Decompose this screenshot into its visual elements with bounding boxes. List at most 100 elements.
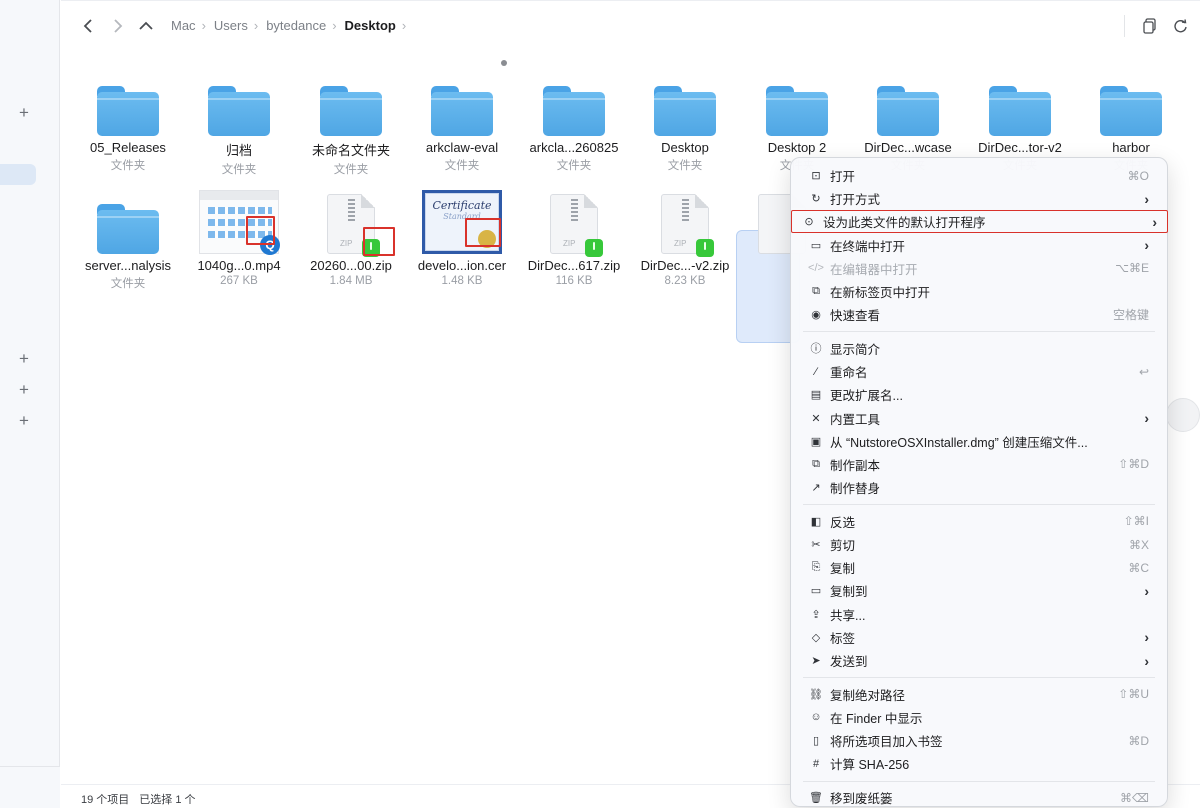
folder-item[interactable]: DirDec...wcase文件夹 bbox=[853, 56, 963, 173]
menu-item[interactable]: ⛓ 复制绝对路径 ⇧⌘U bbox=[799, 683, 1159, 706]
menu-item[interactable]: ▣ 从 “NutstoreOSXInstaller.dmg” 创建压缩文件... bbox=[799, 430, 1159, 453]
menu-item-label: 打开方式 bbox=[830, 193, 881, 208]
folder-item[interactable]: harbor文件夹 bbox=[1076, 56, 1186, 173]
menu-item-label: 复制绝对路径 bbox=[830, 688, 906, 703]
clipboard-icon bbox=[1143, 18, 1156, 34]
refresh-button[interactable] bbox=[1171, 17, 1189, 35]
add-icon[interactable]: + bbox=[14, 103, 34, 123]
file-icon-wrap bbox=[853, 56, 963, 136]
menu-item[interactable]: ↗ 制作替身 bbox=[799, 476, 1159, 499]
breadcrumb-bytedance[interactable]: bytedance bbox=[266, 18, 326, 33]
menu-item[interactable]: ✕ 内置工具 › bbox=[799, 407, 1159, 430]
menu-item[interactable]: ⊡ 打开 ⌘O bbox=[799, 164, 1159, 187]
menu-item[interactable]: ⧉ 制作副本 ⇧⌘D bbox=[799, 453, 1159, 476]
folder-item[interactable]: 归档 文件夹 bbox=[184, 56, 294, 177]
menu-item[interactable]: ⇪ 共享... bbox=[799, 603, 1159, 626]
menu-item[interactable]: ⊙ 设为此类文件的默认打开程序 › bbox=[791, 210, 1168, 234]
menu-item[interactable]: ∕ 重命名 ↩ bbox=[799, 360, 1159, 383]
file-item[interactable]: Q 1040g...0.mp4 267 KB bbox=[184, 174, 294, 287]
folder-item[interactable]: arkcla...260825 文件夹 bbox=[519, 56, 629, 173]
pencil-icon: ∕ bbox=[815, 365, 817, 378]
file-name: develo...ion.cer bbox=[417, 258, 507, 273]
file-item[interactable]: ZIP DirDec...-v2.zip 8.23 KB bbox=[630, 174, 740, 287]
file-name: 未命名文件夹 bbox=[311, 143, 390, 158]
menu-item[interactable]: ▯ 将所选项目加入书签 ⌘D bbox=[799, 729, 1159, 752]
finder-icon: ☺ bbox=[810, 711, 822, 724]
file-subtitle: 267 KB bbox=[220, 275, 258, 287]
folder-icon bbox=[431, 86, 493, 136]
add-icon[interactable]: + bbox=[14, 380, 34, 400]
chevron-right-icon: › bbox=[1144, 652, 1149, 669]
menu-item[interactable]: ↻ 打开方式 › bbox=[799, 187, 1159, 210]
add-icon[interactable]: + bbox=[14, 349, 34, 369]
menu-item[interactable]: ⧉ 在新标签页中打开 bbox=[799, 280, 1159, 303]
folder-item[interactable]: 05_Releases 文件夹 bbox=[73, 56, 183, 173]
file-name: 20260...00.zip bbox=[310, 258, 392, 273]
menu-item[interactable]: ✂ 剪切 ⌘X bbox=[799, 533, 1159, 556]
menu-item[interactable]: ➤ 发送到 › bbox=[799, 649, 1159, 672]
annotation-box bbox=[246, 216, 275, 245]
menu-item[interactable]: ☺ 在 Finder 中显示 bbox=[799, 706, 1159, 729]
zip-label: ZIP bbox=[674, 239, 687, 248]
file-name: DirDec...-v2.zip bbox=[640, 258, 730, 273]
breadcrumb-users[interactable]: Users bbox=[214, 18, 248, 33]
sidebar-selected-item[interactable] bbox=[0, 164, 36, 185]
hash-icon: # bbox=[812, 757, 820, 770]
add-icon[interactable]: + bbox=[14, 411, 34, 431]
breadcrumb-separator-icon: › bbox=[401, 18, 407, 33]
menu-item-label: 重命名 bbox=[830, 366, 868, 381]
scroll-button[interactable] bbox=[1166, 398, 1200, 432]
folder-item[interactable]: server...nalysis 文件夹 bbox=[73, 174, 183, 291]
file-item[interactable]: ZIP DirDec...617.zip 116 KB bbox=[519, 174, 629, 287]
info-icon: ⓘ bbox=[810, 343, 822, 356]
breadcrumb-desktop[interactable]: Desktop bbox=[345, 18, 396, 33]
menu-item[interactable]: 🗑 移到废纸篓 ⌘⌫ bbox=[799, 786, 1159, 808]
menu-separator bbox=[803, 331, 1155, 333]
file-subtitle: 1.84 MB bbox=[329, 275, 373, 287]
file-item[interactable]: ZIP 20260...00.zip 1.84 MB bbox=[296, 174, 406, 287]
menu-item-label: 计算 SHA-256 bbox=[830, 758, 910, 773]
forward-button[interactable] bbox=[107, 15, 129, 37]
file-icon-wrap bbox=[519, 56, 629, 136]
folder-icon bbox=[989, 86, 1051, 136]
menu-item[interactable]: ◇ 标签 › bbox=[799, 626, 1159, 649]
folder-item[interactable]: Desktop 文件夹 bbox=[630, 56, 740, 173]
file-icon-wrap bbox=[1076, 56, 1186, 136]
menu-item-label: 反选 bbox=[830, 515, 856, 530]
menu-item[interactable]: ▭ 在终端中打开 › bbox=[799, 234, 1159, 257]
breadcrumb-mac[interactable]: Mac bbox=[171, 18, 196, 33]
folder-icon bbox=[320, 86, 382, 136]
file-icon-wrap: ZIP bbox=[630, 174, 740, 257]
menu-item[interactable]: ◧ 反选 ⇧⌘I bbox=[799, 510, 1159, 533]
menu-item[interactable]: ◉ 快速查看 空格键 bbox=[799, 303, 1159, 326]
file-name: DirDec...tor-v2 bbox=[978, 140, 1062, 155]
folder-item[interactable]: arkclaw-eval 文件夹 bbox=[407, 56, 517, 173]
file-item[interactable]: Certificate Standard develo...ion.cer 1.48 … bbox=[407, 174, 517, 287]
chevron-right-icon: › bbox=[1144, 190, 1149, 207]
menu-item-label: 制作副本 bbox=[830, 458, 881, 473]
menu-item[interactable]: # 计算 SHA-256 bbox=[799, 752, 1159, 775]
menu-item[interactable]: ⎘ 复制 ⌘C bbox=[799, 556, 1159, 579]
menu-item-label: 在终端中打开 bbox=[830, 239, 906, 254]
folder-item[interactable]: DirDec...tor-v2文件夹 bbox=[965, 56, 1075, 173]
file-name: arkcla...260825 bbox=[529, 140, 619, 155]
menu-item[interactable]: ▤ 更改扩展名... bbox=[799, 383, 1159, 406]
file-subtitle: 文件夹 bbox=[667, 160, 703, 172]
file-name: 05_Releases bbox=[90, 140, 166, 155]
folder-item[interactable]: Desktop 2文件夹 bbox=[742, 56, 852, 173]
up-button[interactable] bbox=[135, 15, 157, 37]
annotation-box bbox=[465, 218, 501, 247]
menu-shortcut: ⌘X bbox=[1128, 537, 1149, 552]
file-subtitle: 1.48 KB bbox=[441, 275, 483, 287]
menu-item[interactable]: ⓘ 显示简介 bbox=[799, 337, 1159, 360]
back-button[interactable] bbox=[77, 15, 99, 37]
folder-item[interactable]: 未命名文件夹 文件夹 bbox=[296, 56, 406, 177]
default-app-icon: ⊙ bbox=[804, 216, 814, 229]
file-icon-wrap: ZIP bbox=[296, 174, 406, 257]
file-name: DirDec...wcase bbox=[864, 140, 952, 155]
menu-shortcut: ⇧⌘D bbox=[1118, 457, 1149, 472]
menu-item[interactable]: ▭ 复制到 › bbox=[799, 579, 1159, 602]
zip-file-icon: ZIP bbox=[550, 194, 603, 257]
file-name: Desktop bbox=[661, 140, 709, 155]
copy-path-button[interactable] bbox=[1141, 17, 1159, 35]
